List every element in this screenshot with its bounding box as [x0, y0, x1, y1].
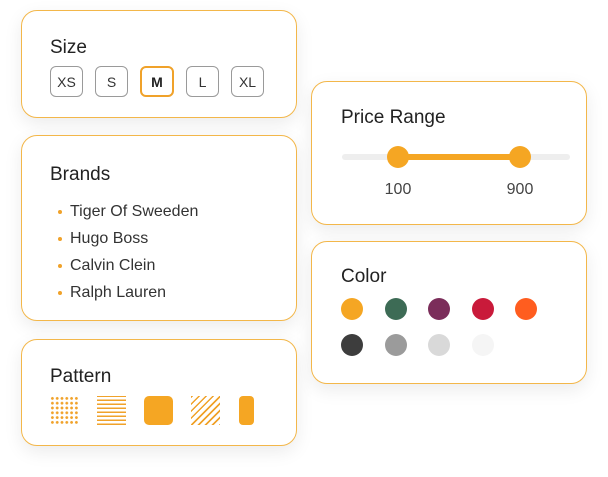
brand-label: Tiger Of Sweeden — [70, 202, 199, 220]
price-max-handle[interactable] — [509, 146, 531, 168]
brand-item[interactable]: Ralph Lauren — [58, 279, 198, 306]
size-option-xl[interactable]: XL — [231, 66, 264, 97]
pattern-dots-swatch[interactable] — [50, 396, 79, 425]
size-option-l[interactable]: L — [186, 66, 219, 97]
color-title: Color — [341, 266, 387, 287]
brand-list: Tiger Of Sweeden Hugo Boss Calvin Clein … — [58, 198, 198, 306]
brand-label: Hugo Boss — [70, 229, 149, 247]
brand-label: Calvin Clein — [70, 256, 156, 274]
color-swatch[interactable] — [428, 334, 450, 356]
size-title: Size — [50, 37, 87, 58]
price-min-handle[interactable] — [387, 146, 409, 168]
brand-item[interactable]: Calvin Clein — [58, 252, 198, 279]
bullet-icon — [58, 236, 62, 241]
pattern-title: Pattern — [50, 366, 112, 387]
brands-filter-card: Brands Tiger Of Sweeden Hugo Boss Calvin… — [21, 135, 297, 321]
color-filter-card: Color — [311, 241, 587, 384]
color-swatch[interactable] — [341, 334, 363, 356]
bullet-icon — [58, 209, 62, 214]
pattern-solid-swatch[interactable] — [144, 396, 173, 425]
bullet-icon — [58, 290, 62, 295]
bullet-icon — [58, 263, 62, 268]
size-filter-card: Size XS S M L XL — [21, 10, 297, 118]
price-range-title: Price Range — [341, 107, 446, 128]
color-swatch[interactable] — [341, 298, 363, 320]
pattern-narrow-swatch[interactable] — [239, 396, 254, 425]
color-swatch[interactable] — [385, 298, 407, 320]
price-min-value: 100 — [384, 181, 412, 198]
color-swatch[interactable] — [385, 334, 407, 356]
price-range-card: Price Range 100 900 — [311, 81, 587, 225]
brands-title: Brands — [50, 164, 111, 185]
size-options: XS S M L XL — [50, 66, 264, 97]
color-swatch[interactable] — [515, 298, 537, 320]
brand-item[interactable]: Hugo Boss — [58, 225, 198, 252]
pattern-diagonal-swatch[interactable] — [191, 396, 220, 425]
color-swatch[interactable] — [472, 334, 494, 356]
size-option-m[interactable]: M — [140, 66, 174, 97]
size-option-s[interactable]: S — [95, 66, 128, 97]
color-swatch[interactable] — [472, 298, 494, 320]
pattern-filter-card: Pattern — [21, 339, 297, 446]
pattern-options — [50, 396, 272, 425]
size-option-xs[interactable]: XS — [50, 66, 83, 97]
price-slider-fill — [398, 154, 520, 160]
color-swatch[interactable] — [428, 298, 450, 320]
pattern-stripes-swatch[interactable] — [97, 396, 126, 425]
brand-item[interactable]: Tiger Of Sweeden — [58, 198, 198, 225]
price-max-value: 900 — [506, 181, 534, 198]
brand-label: Ralph Lauren — [70, 283, 167, 301]
